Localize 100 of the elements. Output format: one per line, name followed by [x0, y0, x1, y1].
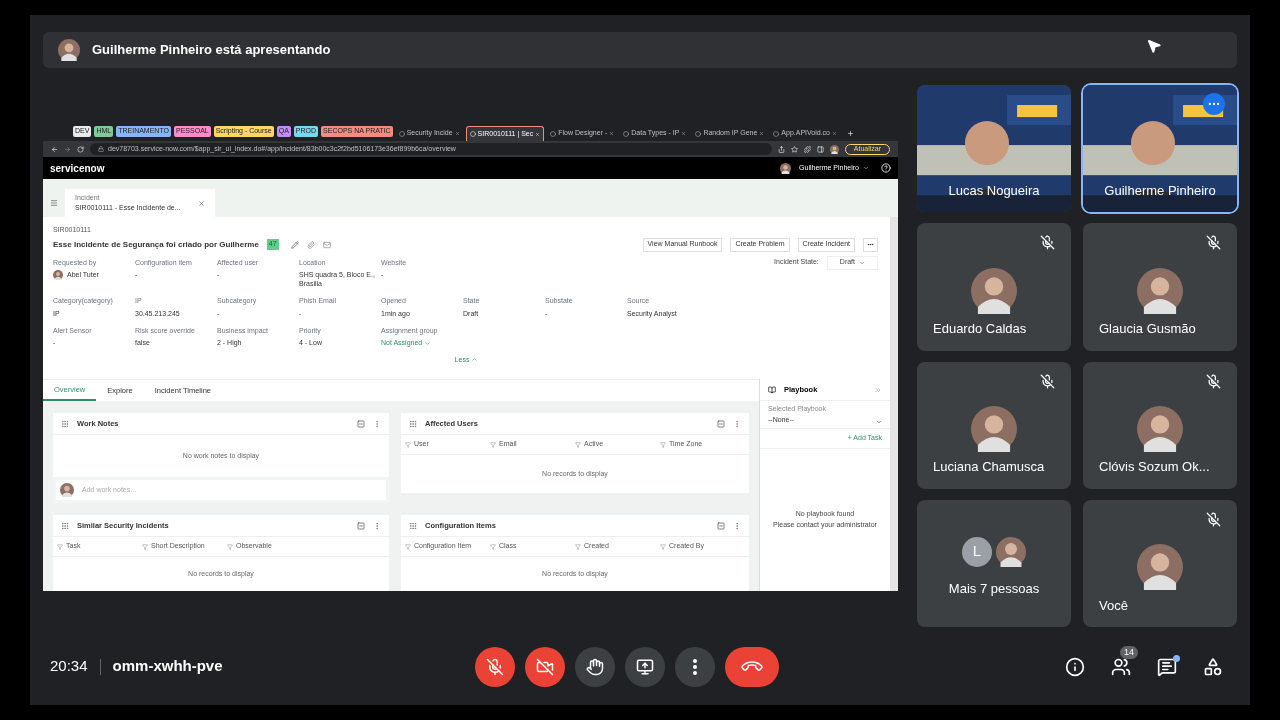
edit-icon[interactable]	[290, 240, 299, 249]
participant-name: Glaucia Gusmão	[1099, 320, 1196, 338]
present-screen-icon	[636, 657, 654, 676]
collapse-icon[interactable]	[357, 419, 365, 428]
participant-name: Guilherme Pinheiro	[1103, 181, 1217, 200]
drag-handle-icon[interactable]	[61, 521, 69, 530]
filter-icon	[660, 543, 666, 550]
participant-name: Luciana Chamusca	[933, 458, 1045, 477]
raise-hand-button[interactable]	[575, 646, 615, 687]
drag-handle-icon[interactable]	[409, 419, 417, 428]
people-icon[interactable]	[1111, 656, 1131, 677]
avatar	[1137, 544, 1183, 591]
hand-icon	[586, 657, 604, 676]
participant-tile[interactable]: L Mais 7 pessoas	[917, 499, 1071, 627]
participant-tile[interactable]: Lucas Nogueira	[917, 85, 1071, 213]
favicon-icon	[623, 130, 630, 137]
back-icon[interactable]	[51, 145, 58, 153]
menu-icon[interactable]	[733, 419, 741, 428]
extensions-icon[interactable]	[803, 145, 811, 153]
new-tab-icon[interactable]	[847, 130, 854, 137]
favicon-icon	[469, 131, 476, 137]
info-icon[interactable]	[1065, 656, 1085, 677]
filter-icon	[227, 543, 233, 550]
participant-tile[interactable]: Guilherme Pinheiro	[1083, 85, 1237, 213]
attachment-icon[interactable]	[306, 240, 315, 249]
cursor-icon	[1146, 38, 1162, 54]
servicenow-logo[interactable]: servicenow	[50, 160, 773, 176]
participant-name: Você	[1099, 596, 1128, 615]
scrollbar[interactable]	[890, 379, 898, 591]
meeting-code: omm-xwhh-pve	[112, 656, 223, 677]
menu-icon[interactable]	[373, 521, 381, 530]
participant-tile[interactable]: Glaucia Gusmão	[1083, 223, 1237, 351]
drag-handle-icon[interactable]	[61, 419, 69, 428]
menu-icon[interactable]	[50, 199, 58, 207]
close-tab-icon[interactable]	[454, 131, 460, 136]
side-panel-icon[interactable]	[816, 145, 824, 153]
present-button[interactable]	[625, 646, 665, 687]
participant-name: Eduardo Caldas	[933, 320, 1027, 338]
forward-icon[interactable]	[64, 145, 71, 153]
filter-icon	[405, 441, 411, 448]
chevron-up-icon	[471, 356, 479, 364]
chevron-down-icon	[863, 165, 869, 171]
avatar-initial: L	[962, 536, 992, 567]
bookmark-icon[interactable]	[790, 145, 798, 153]
filter-icon	[405, 543, 411, 550]
avatar	[1137, 267, 1183, 314]
more-button[interactable]	[863, 237, 878, 252]
mic-off-button[interactable]	[475, 646, 515, 687]
favicon-icon	[695, 130, 702, 137]
collapse-icon[interactable]	[717, 419, 725, 428]
participant-tile[interactable]: Luciana Chamusca	[917, 361, 1071, 489]
book-icon	[768, 385, 776, 394]
chat-icon[interactable]	[1157, 656, 1177, 677]
avatar	[53, 270, 63, 281]
reload-icon[interactable]	[77, 145, 84, 153]
participant-tile[interactable]: Você	[1083, 499, 1237, 627]
camera-off-button[interactable]	[525, 646, 565, 687]
collapse-icon[interactable]	[717, 521, 725, 530]
leave-call-button[interactable]	[725, 646, 779, 687]
help-icon[interactable]	[881, 163, 891, 173]
avatar	[58, 39, 80, 61]
more-icon	[693, 658, 697, 675]
favicon-icon	[773, 130, 780, 137]
people-count: 14	[1120, 645, 1138, 659]
menu-icon[interactable]	[733, 521, 741, 530]
avatar	[60, 483, 74, 497]
favicon-icon	[550, 130, 557, 137]
share-icon[interactable]	[777, 145, 785, 153]
camera-off-icon	[536, 657, 554, 676]
user-avatar	[780, 162, 792, 174]
filter-icon	[660, 441, 666, 448]
filter-icon	[142, 543, 148, 550]
filter-icon	[490, 543, 496, 550]
participant-name: Mais 7 pessoas	[948, 579, 1040, 598]
avatar	[971, 267, 1017, 314]
filter-icon	[575, 543, 581, 550]
participant-tile[interactable]: Clóvis Sozum Ok...	[1083, 361, 1237, 489]
collapse-icon[interactable]	[357, 521, 365, 530]
activities-icon[interactable]	[1203, 656, 1223, 677]
close-tab-icon[interactable]	[759, 131, 765, 136]
meeting-time: 20:34	[50, 656, 88, 677]
close-tab-icon[interactable]	[832, 131, 837, 136]
close-tab-icon[interactable]	[609, 131, 615, 136]
participant-tile[interactable]: Eduardo Caldas	[917, 223, 1071, 351]
avatar	[996, 536, 1026, 567]
avatar	[1137, 406, 1183, 453]
close-icon[interactable]	[198, 199, 205, 207]
drag-handle-icon[interactable]	[409, 521, 417, 530]
participant-name: Lucas Nogueira	[947, 181, 1041, 200]
menu-icon[interactable]	[373, 419, 381, 428]
close-tab-icon[interactable]	[681, 131, 687, 136]
filter-icon	[57, 543, 63, 550]
chevron-down-icon	[876, 419, 882, 425]
banner-text: Guilherme Pinheiro está apresentando	[92, 41, 331, 60]
more-options-button[interactable]	[675, 646, 715, 687]
filter-icon	[490, 441, 496, 448]
avatar	[971, 406, 1017, 453]
lock-icon	[98, 146, 104, 152]
profile-avatar	[829, 144, 839, 154]
email-icon[interactable]	[322, 240, 331, 249]
